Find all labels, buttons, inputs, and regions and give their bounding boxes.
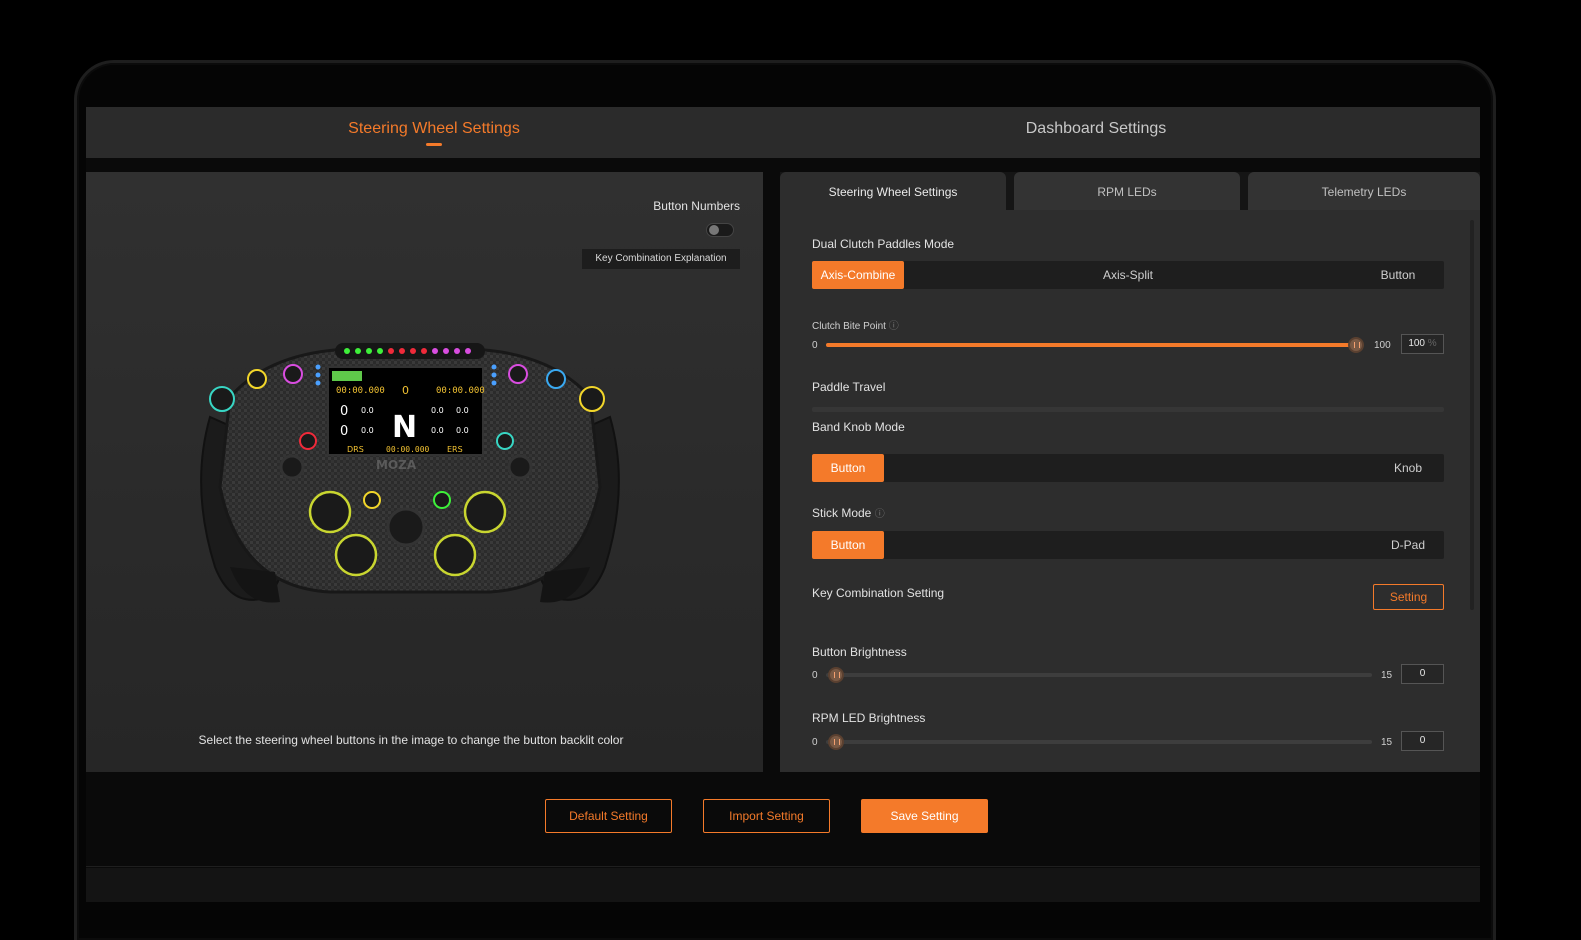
info-icon: ⓘ: [888, 321, 899, 332]
dual-clutch-mode-selector: Axis-Combine Axis-Split Button: [812, 261, 1444, 289]
rpm-brightness-thumb[interactable]: [828, 734, 844, 750]
button-numbers-label: Button Numbers: [653, 199, 740, 213]
display-lap: 0: [340, 424, 348, 439]
option-button[interactable]: Button: [1352, 261, 1444, 289]
clutch-max-label: 100: [1374, 340, 1391, 351]
import-setting-button[interactable]: Import Setting: [703, 799, 830, 833]
display-gear: N: [392, 410, 417, 445]
tab-steering-wheel-settings[interactable]: Steering Wheel Settings: [254, 107, 614, 158]
band-knob-mode-selector: Button Knob: [812, 454, 1444, 482]
percent-unit: %: [1427, 338, 1437, 349]
subtab-steering-wheel-settings[interactable]: Steering Wheel Settings: [780, 172, 1006, 210]
button-brightness-slider[interactable]: [826, 667, 1372, 683]
bottom-strip: [86, 868, 1480, 902]
display-value-5: 0.0: [431, 426, 444, 435]
clutch-bite-point-label: Clutch Bite Point ⓘ: [812, 317, 899, 332]
rpm-led-brightness-slider[interactable]: [826, 734, 1372, 750]
option-dpad[interactable]: D-Pad: [1372, 531, 1444, 559]
option-button[interactable]: Button: [812, 531, 884, 559]
rpm-led-strip: [335, 343, 485, 359]
display-value-3: 0.0: [431, 406, 444, 415]
app-screen: Steering Wheel Settings Dashboard Settin…: [86, 107, 1480, 902]
option-button[interactable]: Button: [812, 454, 884, 482]
steering-wheel-image[interactable]: 00:00.000 0 00:00.000 0 0 0.0 0.0 N 0.0 …: [190, 337, 630, 612]
button-brightness-min: 0: [812, 670, 818, 681]
button-numbers-toggle[interactable]: [706, 223, 734, 237]
wheel-preview-panel: Button Numbers Key Combination Explanati…: [86, 172, 763, 772]
tab-dashboard-settings[interactable]: Dashboard Settings: [916, 107, 1276, 158]
key-combination-setting-button[interactable]: Setting: [1373, 584, 1444, 610]
toggle-knob: [709, 225, 719, 235]
top-tab-bar: Steering Wheel Settings Dashboard Settin…: [86, 107, 1480, 158]
rpm-brightness-min: 0: [812, 737, 818, 748]
option-knob[interactable]: Knob: [1372, 454, 1444, 482]
clutch-bite-value: 100: [1408, 338, 1425, 349]
settings-scrollbar[interactable]: [1470, 220, 1474, 610]
display-time-bottom: 00:00.000: [386, 445, 430, 454]
button-brightness-input[interactable]: 0: [1401, 664, 1444, 684]
info-icon: ⓘ: [874, 509, 885, 520]
subtab-rpm-leds[interactable]: RPM LEDs: [1014, 172, 1240, 210]
display-value-4: 0.0: [456, 406, 469, 415]
button-brightness-thumb[interactable]: [828, 667, 844, 683]
clutch-bite-thumb[interactable]: [1348, 337, 1364, 353]
display-speed: 0: [340, 404, 348, 419]
display-value-6: 0.0: [456, 426, 469, 435]
stick-mode-selector: Button D-Pad: [812, 531, 1444, 559]
key-combination-explanation-button[interactable]: Key Combination Explanation: [582, 249, 740, 269]
band-knob-label: Band Knob Mode: [812, 420, 905, 434]
option-axis-combine[interactable]: Axis-Combine: [812, 261, 904, 289]
clutch-bite-point-text: Clutch Bite Point: [812, 321, 886, 332]
paddle-travel-label: Paddle Travel: [812, 380, 886, 394]
button-brightness-label: Button Brightness: [812, 645, 907, 659]
subtab-telemetry-leds[interactable]: Telemetry LEDs: [1248, 172, 1480, 210]
display-time-right: 00:00.000: [436, 386, 485, 396]
display-time-left: 00:00.000: [336, 386, 385, 396]
rpm-led-brightness-label: RPM LED Brightness: [812, 711, 926, 725]
save-setting-button[interactable]: Save Setting: [861, 799, 988, 833]
settings-subtabs: Steering Wheel Settings RPM LEDs Telemet…: [780, 172, 1480, 210]
dual-clutch-label: Dual Clutch Paddles Mode: [812, 237, 955, 251]
option-axis-split[interactable]: Axis-Split: [1082, 261, 1174, 289]
display-value-2: 0.0: [361, 426, 374, 435]
button-brightness-max: 15: [1381, 670, 1393, 681]
brand-logo: MOZA: [376, 458, 417, 472]
display-drs: DRS: [347, 445, 364, 454]
divider: [86, 866, 1480, 867]
paddle-travel-bar: [812, 407, 1444, 412]
instruction-text: Select the steering wheel buttons in the…: [198, 733, 624, 747]
key-combination-setting-label: Key Combination Setting: [812, 586, 945, 600]
stick-mode-label: Stick Mode ⓘ: [812, 505, 885, 520]
clutch-bite-value-input[interactable]: 100 %: [1401, 334, 1444, 354]
clutch-bite-fill: [826, 343, 1356, 347]
stick-mode-text: Stick Mode: [812, 506, 872, 520]
display-value-1: 0.0: [361, 406, 374, 415]
rpm-led-brightness-input[interactable]: 0: [1401, 731, 1444, 751]
clutch-min-label: 0: [812, 340, 818, 351]
clutch-bite-slider[interactable]: [826, 337, 1364, 353]
default-setting-button[interactable]: Default Setting: [545, 799, 672, 833]
display-center-value: 0: [402, 384, 409, 397]
rpm-brightness-max: 15: [1381, 737, 1393, 748]
display-ers: ERS: [447, 445, 463, 454]
settings-panel: Steering Wheel Settings RPM LEDs Telemet…: [780, 172, 1480, 772]
